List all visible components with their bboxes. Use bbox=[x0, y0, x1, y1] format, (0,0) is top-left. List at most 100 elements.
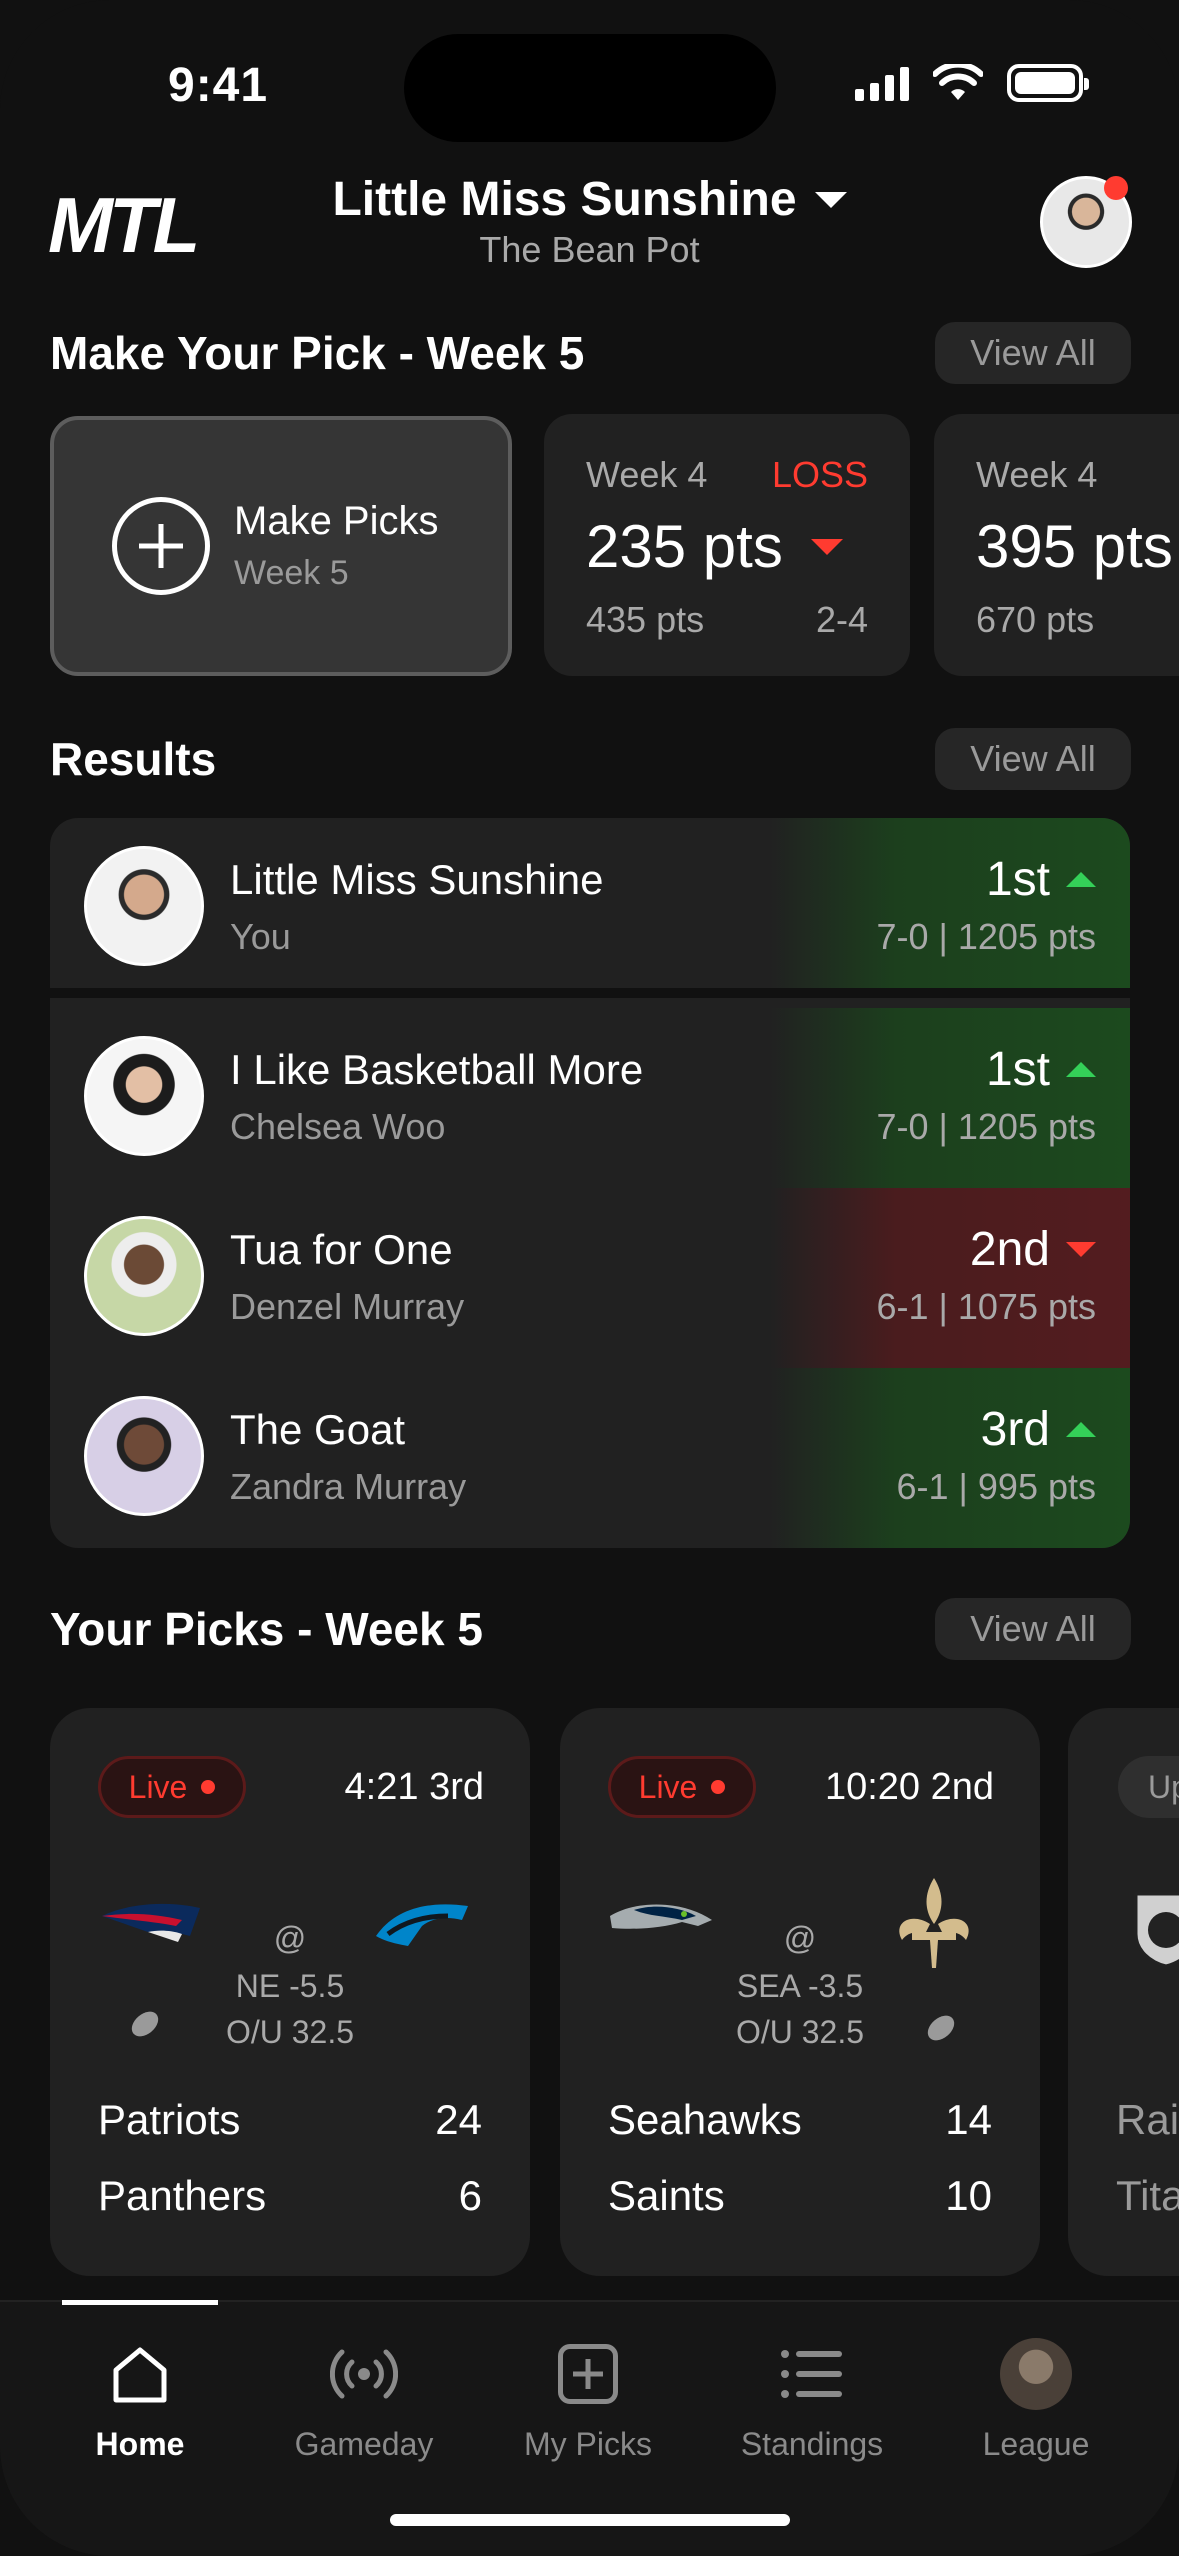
rank-highlight bbox=[770, 1188, 1130, 1368]
team-score: 6 bbox=[458, 2172, 482, 2219]
team-score-row: Tita bbox=[1116, 2172, 1179, 2220]
game-card[interactable]: Up Rai Tita bbox=[1068, 1708, 1179, 2276]
game-card[interactable]: Live 4:21 3rd @ NE -5.5 O/U 32.5 Patriot… bbox=[50, 1708, 530, 2276]
list-item[interactable]: I Like Basketball More Chelsea Woo 1st 7… bbox=[50, 1008, 1130, 1188]
make-picks-week: Week 5 bbox=[234, 554, 349, 592]
avatar bbox=[84, 846, 204, 966]
over-under: O/U 32.5 bbox=[225, 2014, 355, 2050]
make-picks-label: Make Picks bbox=[234, 499, 439, 543]
notification-dot bbox=[1104, 176, 1128, 200]
week-label: Week 4 bbox=[586, 454, 708, 495]
trend-down-icon bbox=[810, 538, 843, 555]
make-pick-view-all-button[interactable]: View All bbox=[935, 322, 1131, 384]
week-label: Week 4 bbox=[976, 454, 1098, 495]
trend-down-icon bbox=[1066, 1242, 1096, 1257]
wifi-icon bbox=[933, 64, 983, 100]
rank: 3rd bbox=[980, 1403, 1050, 1456]
league-subtitle: The Bean Pot bbox=[479, 229, 700, 270]
dynamic-island bbox=[404, 34, 776, 142]
caret-down-icon[interactable] bbox=[814, 191, 847, 208]
week-record: 2-4 bbox=[815, 599, 868, 640]
game-clock: 10:20 2nd bbox=[824, 1766, 994, 1808]
live-badge: Live bbox=[98, 1756, 246, 1818]
team-name: Little Miss Sunshine bbox=[230, 856, 604, 903]
trend-up-icon bbox=[1066, 1062, 1096, 1077]
live-label: Live bbox=[638, 1768, 698, 1805]
owner-name: Denzel Murray bbox=[230, 1286, 465, 1327]
raiders-logo-icon bbox=[1134, 1892, 1179, 1968]
team-name: Rai bbox=[1116, 2096, 1179, 2143]
game-card[interactable]: Live 10:20 2nd @ SEA -3.5 O/U 32.5 Seaha… bbox=[560, 1708, 1040, 2276]
owner-name: Chelsea Woo bbox=[230, 1106, 446, 1147]
week-total: 435 pts bbox=[586, 599, 705, 640]
week-result-card[interactable]: Week 4 395 pts 670 pts bbox=[934, 414, 1179, 676]
rank: 1st bbox=[985, 1043, 1050, 1096]
list-item[interactable]: Tua for One Denzel Murray 2nd 6-1 | 1075… bbox=[50, 1188, 1130, 1368]
panthers-logo-icon bbox=[376, 1904, 468, 1946]
record: 6-1 | 995 pts bbox=[896, 1466, 1096, 1507]
spread: SEA -3.5 bbox=[736, 1968, 864, 2004]
week-result-card[interactable]: Week 4 LOSS 235 pts 435 pts 2-4 bbox=[544, 414, 910, 676]
team-name: Patriots bbox=[98, 2096, 241, 2143]
tab-label: Standings bbox=[740, 2426, 884, 2462]
team-score: 14 bbox=[945, 2096, 992, 2143]
tab-label: Home bbox=[95, 2426, 185, 2462]
signal-icon bbox=[855, 65, 909, 101]
make-picks-button[interactable]: Make Picks Week 5 bbox=[50, 416, 512, 676]
live-dot-icon bbox=[711, 1780, 726, 1794]
league-selector[interactable]: Little Miss Sunshine The Bean Pot bbox=[0, 172, 1179, 271]
tab-label: League bbox=[982, 2426, 1090, 2462]
trend-up-icon bbox=[1066, 1422, 1096, 1437]
list-item[interactable]: The Goat Zandra Murray 3rd 6-1 | 995 pts bbox=[50, 1368, 1130, 1548]
tab-league[interactable]: League bbox=[946, 2338, 1126, 2463]
team-score: 24 bbox=[435, 2096, 482, 2143]
team-name: Seahawks bbox=[608, 2096, 802, 2143]
live-dot-icon bbox=[201, 1780, 216, 1794]
battery-icon bbox=[1007, 64, 1089, 102]
home-indicator bbox=[390, 2514, 790, 2526]
list-item[interactable]: Little Miss Sunshine You 1st 7-0 | 1205 … bbox=[50, 818, 1130, 998]
results-view-all-button[interactable]: View All bbox=[935, 728, 1131, 790]
record: 6-1 | 1075 pts bbox=[876, 1286, 1097, 1327]
team-score-row: Patriots 24 bbox=[98, 2096, 482, 2144]
results-list: Little Miss Sunshine You 1st 7-0 | 1205 … bbox=[50, 818, 1130, 1548]
tab-gameday[interactable]: Gameday bbox=[274, 2340, 454, 2463]
your-picks-view-all-button[interactable]: View All bbox=[935, 1598, 1131, 1660]
rank-highlight bbox=[770, 1008, 1130, 1188]
active-tab-indicator bbox=[62, 2300, 218, 2305]
team-score-row: Saints 10 bbox=[608, 2172, 992, 2220]
avatar bbox=[84, 1396, 204, 1516]
your-picks-title: Your Picks - Week 5 bbox=[50, 1603, 483, 1655]
week-points: 235 pts bbox=[586, 513, 783, 580]
tab-home[interactable]: Home bbox=[50, 2340, 230, 2463]
week-points: 395 pts bbox=[976, 513, 1173, 580]
results-title: Results bbox=[50, 733, 217, 785]
tab-label: Gameday bbox=[294, 2426, 434, 2462]
game-clock: 4:21 3rd bbox=[344, 1766, 484, 1808]
plus-square-icon bbox=[498, 2340, 678, 2408]
avatar bbox=[84, 1216, 204, 1336]
live-label: Live bbox=[128, 1768, 188, 1805]
result-label: LOSS bbox=[771, 454, 868, 495]
status-icons bbox=[855, 64, 1089, 102]
team-score-row: Panthers 6 bbox=[98, 2172, 482, 2220]
upcoming-badge: Up bbox=[1118, 1756, 1179, 1818]
team-score-row: Rai bbox=[1116, 2096, 1179, 2144]
tab-label: My Picks bbox=[524, 2426, 652, 2462]
broadcast-icon bbox=[274, 2340, 454, 2408]
status-time: 9:41 bbox=[168, 59, 269, 112]
tab-my-picks[interactable]: My Picks bbox=[498, 2340, 678, 2463]
tab-standings[interactable]: Standings bbox=[722, 2340, 902, 2463]
rank: 1st bbox=[985, 853, 1050, 906]
team-name: I Like Basketball More bbox=[230, 1046, 644, 1093]
league-name[interactable]: Little Miss Sunshine bbox=[332, 172, 796, 227]
team-name: The Goat bbox=[230, 1406, 406, 1453]
avatar bbox=[84, 1036, 204, 1156]
owner-name: You bbox=[230, 916, 291, 957]
list-icon bbox=[722, 2340, 902, 2408]
league-avatar-icon bbox=[946, 2338, 1126, 2410]
phone-screen: 9:41 MTL Little Miss Sunshine The Bean P… bbox=[0, 0, 1179, 2556]
plus-circle-icon bbox=[112, 497, 210, 595]
spread: NE -5.5 bbox=[235, 1968, 345, 2004]
team-name: Tita bbox=[1116, 2172, 1179, 2219]
